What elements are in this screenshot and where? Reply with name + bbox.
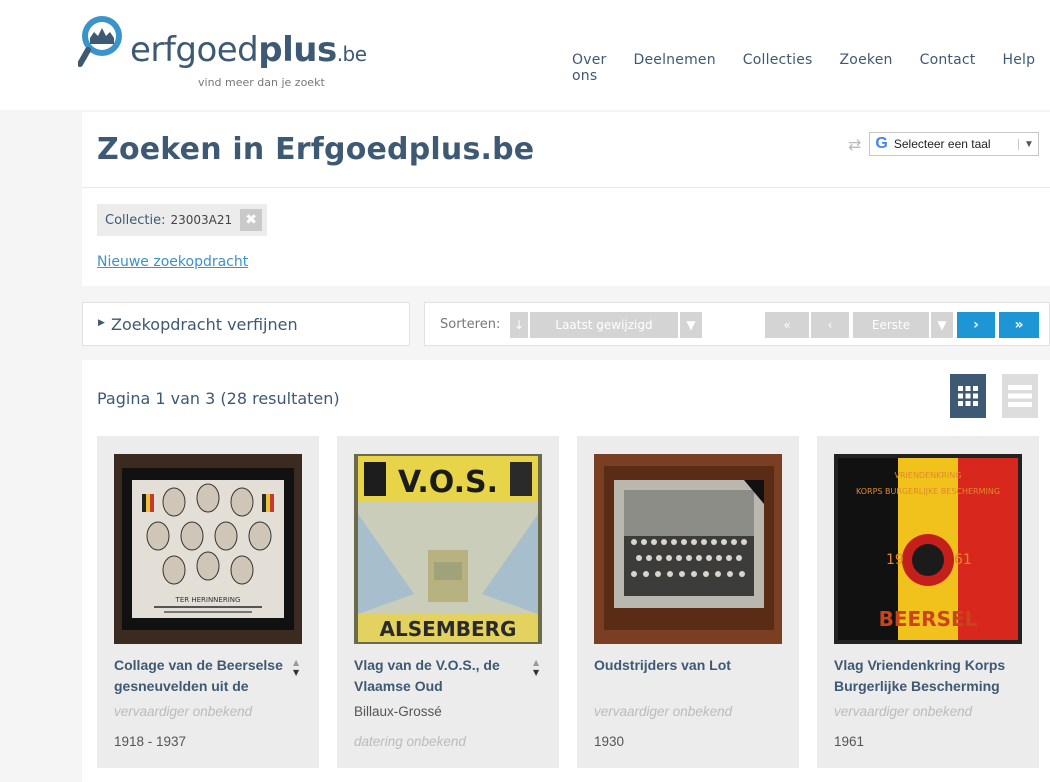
collection-filter-chip: Collectie: 23003A21 ✖: [97, 204, 268, 236]
nav-zoeken[interactable]: Zoeken: [840, 52, 893, 84]
result-date: 1930: [594, 734, 625, 749]
group-photo-image: [594, 454, 782, 644]
result-maker: Billaux-Grossé: [354, 704, 442, 719]
top-bar: erfgoedplus.be vind meer dan je zoekt Ov…: [0, 0, 1050, 110]
result-card[interactable]: TER HERINNERING Collage van de Beerselse…: [97, 436, 319, 768]
result-maker: vervaardiger onbekend: [834, 704, 973, 719]
result-thumbnail[interactable]: TER HERINNERING: [114, 454, 302, 644]
result-title-link[interactable]: Vlag Vriendenkring Korps Burgerlijke Bes…: [834, 655, 1009, 697]
logo-tagline: vind meer dan je zoekt: [198, 76, 325, 89]
caret-down-icon[interactable]: ▼: [533, 668, 539, 678]
flag-vos-text: V.O.S.: [398, 465, 498, 500]
language-select[interactable]: G Selecteer een taal ▼: [869, 132, 1040, 156]
result-maker: vervaardiger onbekend: [114, 704, 253, 719]
translate-swap-icon: ⇄: [848, 134, 862, 154]
result-thumbnail[interactable]: [594, 454, 782, 644]
result-card[interactable]: Oudstrijders van Lot vervaardiger onbeke…: [577, 436, 799, 768]
google-icon: G: [875, 135, 888, 152]
refine-search-toggle[interactable]: ▶ Zoekopdracht verfijnen: [82, 302, 410, 346]
result-thumbnail[interactable]: VRIENDENKRING KORPS BURGERLIJKE BESCHERM…: [834, 454, 1022, 644]
result-title-link[interactable]: Oudstrijders van Lot: [594, 655, 769, 676]
flag-alsemberg-text: ALSEMBERG: [380, 617, 517, 641]
flag-arc-text: KORPS BURGERLIJKE BESCHERMING: [856, 487, 1000, 496]
filter-value: 23003A21: [170, 213, 233, 227]
caret-down-icon[interactable]: ▼: [293, 668, 299, 678]
caret-up-icon[interactable]: ▲: [533, 658, 539, 668]
main-nav: Over ons Deelnemen Collecties Zoeken Con…: [572, 52, 1050, 84]
sort-pager-bar: Sorteren: ↓ Laatst gewijzigd ▼ « ‹ Eerst…: [424, 302, 1050, 346]
filter-label: Collectie:: [105, 212, 166, 228]
page-title: Zoeken in Erfgoedplus.be: [97, 132, 535, 167]
grid-view-button[interactable]: [950, 374, 986, 418]
collage-image: TER HERINNERING: [114, 454, 302, 644]
last-page-button[interactable]: »: [999, 312, 1039, 338]
active-filters-panel: Collectie: 23003A21 ✖ Nieuwe zoekopdrach…: [82, 188, 1050, 286]
flag-vos-image: V.O.S. ALSEMBERG: [354, 454, 542, 644]
flag-beersel-image: VRIENDENKRING KORPS BURGERLIJKE BESCHERM…: [834, 454, 1022, 644]
close-icon[interactable]: ✖: [240, 209, 263, 231]
results-panel: Pagina 1 van 3 (28 resultaten) TER HERIN…: [82, 360, 1050, 782]
sort-down-icon: ↓: [513, 318, 525, 332]
caret-right-icon: ▶: [98, 318, 105, 328]
result-title-link[interactable]: Collage van de Beerselse gesneuvelden ui…: [114, 655, 289, 697]
magnifier-logo-icon: [78, 16, 122, 67]
new-search-link[interactable]: Nieuwe zoekopdracht: [97, 254, 248, 270]
sort-direction-button[interactable]: ↓: [510, 312, 528, 338]
caret-up-icon[interactable]: ▲: [293, 658, 299, 668]
nav-help[interactable]: Help: [1002, 52, 1035, 84]
result-title-link[interactable]: Vlag van de V.O.S., de Vlaamse Oud: [354, 655, 529, 697]
chevron-down-icon: ▼: [1018, 138, 1038, 150]
result-card[interactable]: V.O.S. ALSEMBERG Vlag van de V.O.S., de …: [337, 436, 559, 768]
page-position-select[interactable]: Eerste: [853, 312, 929, 338]
language-select-label: Selecteer een taal: [893, 137, 991, 151]
nav-over-ons[interactable]: Over ons: [572, 52, 606, 84]
erfgoedplus-logo[interactable]: erfgoedplus.be vind meer dan je zoekt: [78, 12, 367, 92]
flag-year-right: 61: [954, 552, 972, 568]
result-date: 1918 - 1937: [114, 734, 187, 749]
sort-select-chevron-icon[interactable]: ▼: [680, 312, 702, 338]
first-page-button[interactable]: «: [765, 312, 809, 338]
results-summary: Pagina 1 van 3 (28 resultaten): [97, 389, 340, 408]
list-view-button[interactable]: [1002, 374, 1038, 418]
grid-icon: [958, 386, 978, 406]
result-date: 1961: [834, 734, 865, 749]
next-page-button[interactable]: ›: [957, 312, 995, 338]
nav-contact[interactable]: Contact: [920, 52, 976, 84]
previous-page-button[interactable]: ‹: [811, 312, 849, 338]
title-panel: Zoeken in Erfgoedplus.be ⇄ G Selecteer e…: [82, 112, 1050, 188]
collage-caption: TER HERINNERING: [175, 596, 241, 604]
result-maker: vervaardiger onbekend: [594, 704, 733, 719]
logo-wordmark: erfgoedplus.be: [130, 30, 367, 70]
flag-year-left: 19: [886, 552, 904, 568]
google-translate: ⇄ G Selecteer een taal ▼: [848, 132, 1040, 156]
page-select-chevron-icon[interactable]: ▼: [931, 312, 953, 338]
sort-select[interactable]: Laatst gewijzigd: [530, 312, 678, 338]
result-thumbnail[interactable]: V.O.S. ALSEMBERG: [354, 454, 542, 644]
nav-collecties[interactable]: Collecties: [743, 52, 813, 84]
list-icon: [1008, 385, 1032, 407]
flag-bottom-text: BEERSEL: [879, 607, 978, 631]
result-card[interactable]: VRIENDENKRING KORPS BURGERLIJKE BESCHERM…: [817, 436, 1039, 768]
sort-label: Sorteren:: [440, 317, 501, 332]
result-date: datering onbekend: [354, 734, 466, 749]
nav-deelnemen[interactable]: Deelnemen: [633, 52, 715, 84]
title-scroll-arrows[interactable]: ▲ ▼: [293, 658, 299, 678]
flag-top-text: VRIENDENKRING: [895, 471, 962, 480]
refine-search-label: Zoekopdracht verfijnen: [111, 315, 298, 334]
title-scroll-arrows[interactable]: ▲ ▼: [533, 658, 539, 678]
